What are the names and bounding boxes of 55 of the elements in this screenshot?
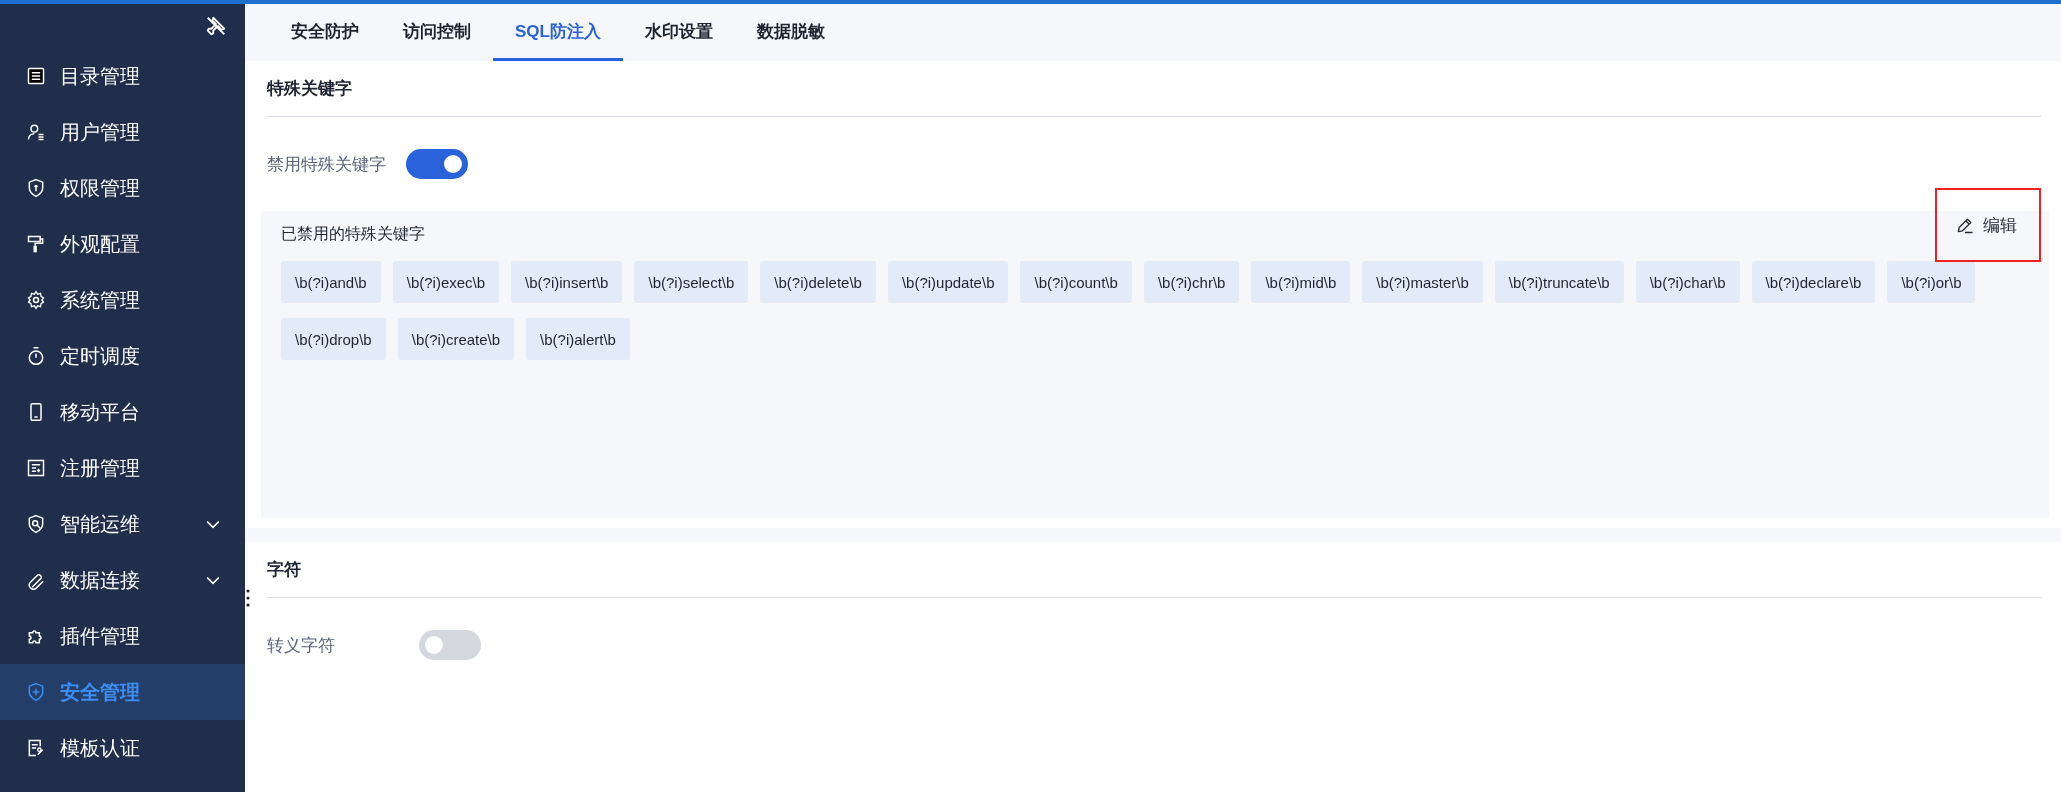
stopwatch-icon [26, 346, 46, 366]
sidebar-item[interactable]: 模板认证 [0, 720, 245, 776]
keyword-tag: \b(?i)declare\b [1751, 261, 1876, 303]
sidebar-item[interactable]: 目录管理 [0, 48, 245, 104]
shield-search-icon [26, 514, 46, 534]
keyword-tag: \b(?i)mid\b [1251, 261, 1351, 303]
keyword-tag: \b(?i)count\b [1020, 261, 1132, 303]
tab[interactable]: 数据脱敏 [734, 4, 847, 61]
certificate-icon [26, 738, 46, 758]
paint-roller-icon [26, 234, 46, 254]
tab[interactable]: 访问控制 [381, 4, 493, 61]
shield-icon [26, 178, 46, 198]
keyword-tag: \b(?i)select\b [634, 261, 749, 303]
toggle-label: 禁用特殊关键字 [267, 153, 386, 176]
tab[interactable]: 安全防护 [269, 4, 381, 61]
keyword-tag: \b(?i)chr\b [1143, 261, 1240, 303]
keyword-tag: \b(?i)delete\b [760, 261, 876, 303]
keyword-tag: \b(?i)truncate\b [1494, 261, 1624, 303]
sidebar-item[interactable]: 系统管理 [0, 272, 245, 328]
keyword-tag: \b(?i)create\b [397, 318, 515, 360]
sidebar-item[interactable]: 注册管理 [0, 440, 245, 496]
sidebar-item[interactable]: 智能运维 [0, 496, 245, 552]
list-icon [26, 66, 46, 86]
keyword-tag: \b(?i)alert\b [526, 318, 630, 360]
keyword-tag: \b(?i)master\b [1362, 261, 1483, 303]
toggle-switch[interactable] [406, 149, 468, 179]
tab[interactable]: SQL防注入 [493, 4, 623, 61]
keyword-tag: \b(?i)exec\b [392, 261, 500, 303]
unpin-icon[interactable] [205, 15, 227, 37]
user-icon [26, 122, 46, 142]
keyword-tag: \b(?i)insert\b [511, 261, 623, 303]
keyword-tag: \b(?i)update\b [887, 261, 1009, 303]
form-icon [26, 458, 46, 478]
edit-button[interactable]: 编辑 [1935, 188, 2041, 262]
shield-plus-icon [26, 682, 46, 702]
sidebar-item[interactable]: 用户管理 [0, 104, 245, 160]
drag-handle-icon[interactable] [245, 588, 251, 608]
gear-icon [26, 290, 46, 310]
section-title: 字符 [267, 542, 2041, 598]
sidebar-item[interactable]: 数据连接 [0, 552, 245, 608]
panel-title: 已禁用的特殊关键字 [281, 223, 425, 244]
keyword-tag: \b(?i)char\b [1635, 261, 1740, 303]
toggle-switch[interactable] [419, 630, 481, 660]
sidebar-item[interactable]: 插件管理 [0, 608, 245, 664]
sidebar-item[interactable]: 权限管理 [0, 160, 245, 216]
sidebar-item[interactable]: 外观配置 [0, 216, 245, 272]
tab[interactable]: 水印设置 [622, 4, 735, 61]
sidebar-item[interactable]: 移动平台 [0, 384, 245, 440]
keyword-tag: \b(?i)or\b [1887, 261, 1976, 303]
toggle-label: 转义字符 [267, 634, 335, 657]
pencil-icon [1955, 215, 1975, 235]
keyword-tag: \b(?i)and\b [281, 261, 381, 303]
keyword-tag: \b(?i)drop\b [281, 318, 386, 360]
section-title: 特殊关键字 [267, 61, 2041, 117]
sidebar-item[interactable]: 定时调度 [0, 328, 245, 384]
